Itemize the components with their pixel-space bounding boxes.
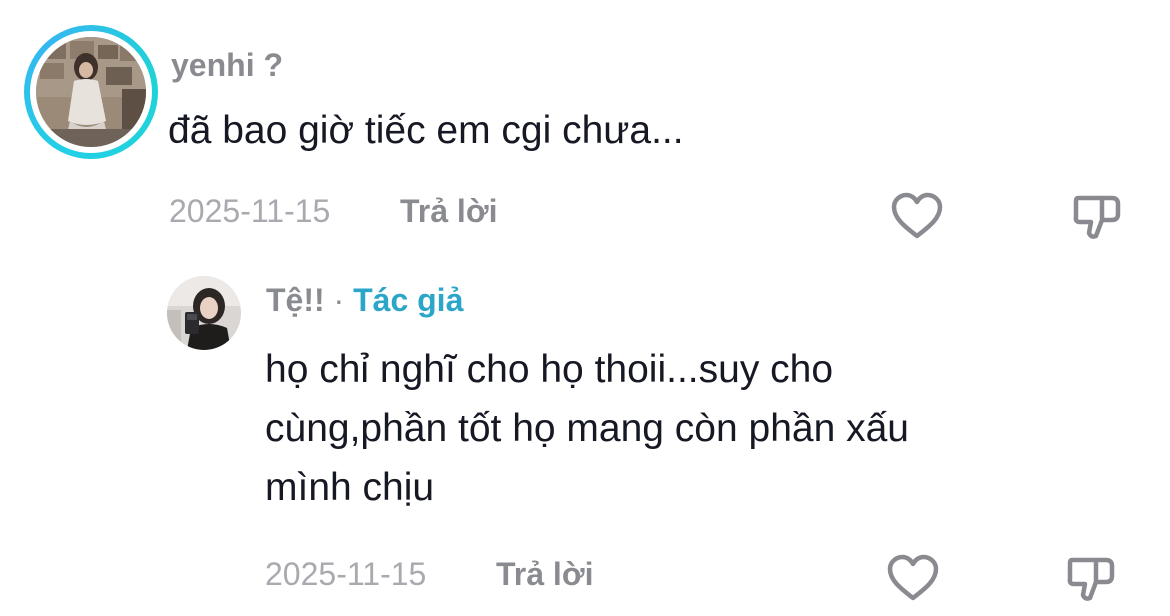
comment-text: đã bao giờ tiếc em cgi chưa... — [168, 109, 684, 152]
thumbs-down-outline-icon[interactable] — [1064, 552, 1118, 604]
reply-username-line: Tệ!! · Tác giả — [266, 282, 463, 319]
reply-button[interactable]: Trả lời — [496, 556, 593, 593]
reply-date: 2025-11-15 — [265, 556, 427, 592]
author-badge: Tác giả — [353, 282, 464, 318]
separator-dot: · — [333, 282, 345, 318]
avatar[interactable] — [36, 37, 146, 147]
heart-outline-icon[interactable] — [890, 192, 944, 240]
comment-date: 2025-11-15 — [169, 193, 331, 229]
reply-text-line: cùng,phần tốt họ mang còn phần xấu — [265, 407, 909, 450]
overflow-icon-fragment — [1086, 0, 1106, 4]
reply-text: họ chỉ nghĩ cho họ thoii...suy cho cùng,… — [265, 340, 1085, 517]
reply-text-line: mình chịu — [265, 466, 435, 509]
avatar-photo — [36, 37, 146, 147]
comment-username[interactable]: yenhi ? — [171, 47, 283, 84]
reply-username[interactable]: Tệ!! — [266, 282, 325, 318]
reply-button[interactable]: Trả lời — [400, 193, 497, 230]
avatar[interactable] — [167, 276, 241, 350]
thumbs-down-outline-icon[interactable] — [1070, 190, 1124, 242]
reply-text-line: họ chỉ nghĩ cho họ thoii...suy cho — [265, 348, 834, 391]
heart-outline-icon[interactable] — [886, 554, 940, 602]
avatar-photo — [167, 276, 241, 350]
